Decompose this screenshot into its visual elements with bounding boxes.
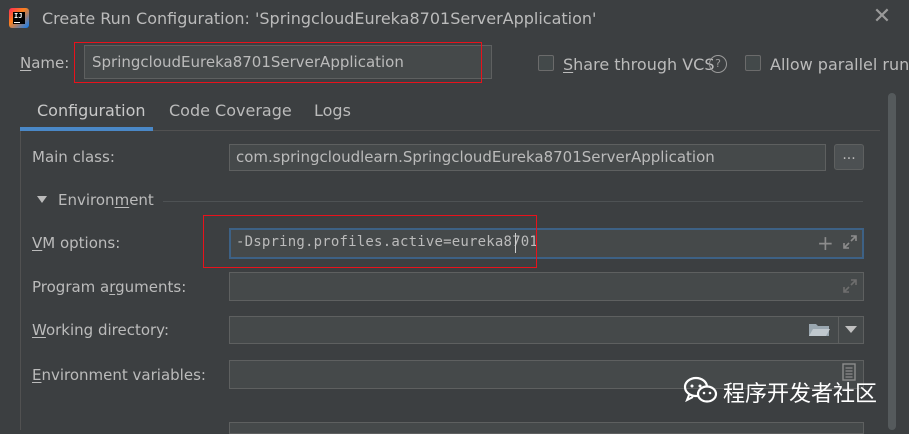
chevron-down-icon	[845, 326, 857, 333]
allow-parallel-label[interactable]: Allow parallel run	[770, 55, 909, 74]
main-class-browse-button[interactable]: ...	[834, 144, 864, 170]
plus-icon[interactable]: +	[817, 233, 834, 253]
intellij-app-icon: IJ	[9, 8, 29, 28]
section-separator	[163, 201, 863, 202]
next-field-partial[interactable]	[229, 422, 864, 434]
main-class-value: com.springcloudlearn.SpringcloudEureka87…	[236, 148, 715, 166]
vertical-scrollbar[interactable]	[888, 93, 896, 430]
environment-variables-label: Environment variables:	[32, 366, 206, 384]
expand-icon[interactable]	[841, 233, 859, 251]
tab-code-coverage[interactable]: Code Coverage	[169, 101, 292, 120]
vm-options-label: VM options:	[32, 234, 121, 252]
tab-configuration[interactable]: Configuration	[37, 101, 146, 120]
allow-parallel-checkbox[interactable]	[745, 55, 761, 71]
tab-logs[interactable]: Logs	[314, 101, 351, 120]
main-class-label: Main class:	[32, 148, 115, 166]
window-title: Create Run Configuration: 'SpringcloudEu…	[42, 9, 597, 28]
program-arguments-input[interactable]	[229, 272, 864, 301]
active-tab-indicator	[20, 127, 153, 131]
close-icon[interactable]: ✕	[870, 4, 894, 30]
name-label: Name:	[20, 54, 70, 72]
share-vcs-checkbox[interactable]	[538, 55, 554, 71]
working-directory-input[interactable]	[229, 316, 864, 344]
share-vcs-label[interactable]: Share through VCS	[563, 55, 714, 74]
name-highlight-box	[74, 42, 482, 83]
collapse-triangle-icon[interactable]	[37, 196, 47, 203]
vm-options-highlight-box	[203, 215, 537, 268]
environment-section-title[interactable]: Environment	[58, 191, 154, 209]
folder-icon[interactable]	[808, 321, 830, 337]
expand-icon[interactable]	[841, 277, 859, 295]
wechat-logo-icon	[683, 376, 718, 403]
panel-border	[20, 131, 21, 430]
watermark-text: 程序开发者社区	[723, 382, 878, 407]
working-directory-label: Working directory:	[32, 321, 170, 339]
help-icon[interactable]: ?	[709, 55, 727, 73]
program-arguments-label: Program arguments:	[32, 278, 187, 296]
